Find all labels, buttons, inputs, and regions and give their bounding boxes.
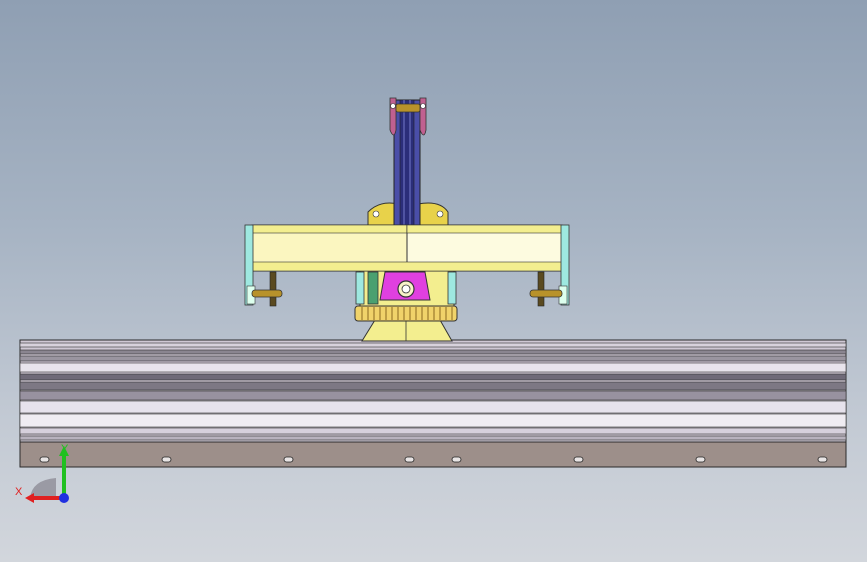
rail-stripe xyxy=(19,390,847,401)
y-axis-label: Y xyxy=(61,443,69,455)
x-axis-label: X xyxy=(15,486,23,498)
rail-stripe xyxy=(19,342,847,348)
rail-stripe xyxy=(19,435,847,441)
rail-base-plate xyxy=(19,441,847,468)
rail-stripe xyxy=(19,349,847,355)
cad-viewport[interactable] xyxy=(0,0,867,562)
rail-stripe xyxy=(19,373,847,381)
turret-cone[interactable] xyxy=(361,319,453,342)
linear-rail[interactable] xyxy=(19,339,847,468)
rail-stripe xyxy=(19,355,847,362)
rail-stripe xyxy=(19,413,847,428)
rail-stripe xyxy=(19,427,847,435)
rail-stripe xyxy=(19,381,847,391)
vertical-column[interactable] xyxy=(393,99,421,227)
gear-ring[interactable] xyxy=(354,305,458,322)
cross-beam[interactable] xyxy=(251,224,563,272)
rail-stripe xyxy=(19,362,847,373)
coordinate-triad: X Y xyxy=(15,443,69,503)
turret-body[interactable] xyxy=(355,269,457,307)
z-axis-icon xyxy=(59,493,69,503)
rail-stripe xyxy=(19,400,847,414)
